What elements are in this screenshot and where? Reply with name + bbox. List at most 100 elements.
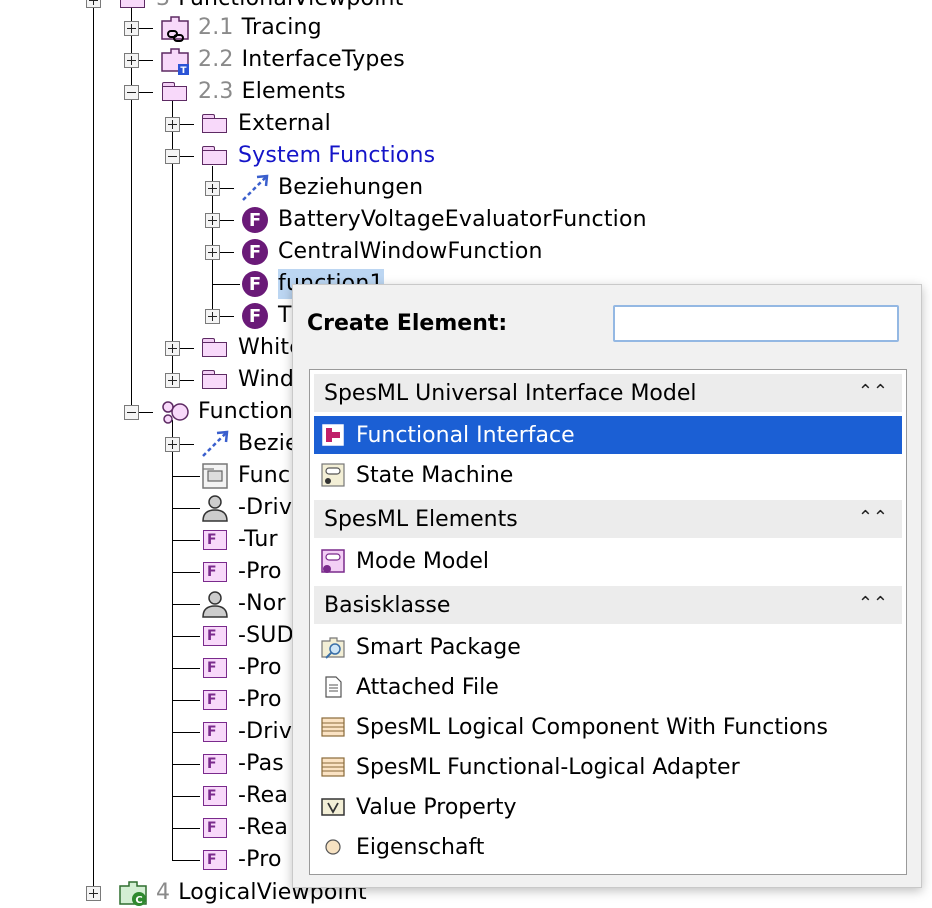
mode-model-icon bbox=[318, 546, 348, 576]
function-port-icon: F bbox=[200, 557, 230, 587]
tree-node-tur[interactable]: F -Tur bbox=[200, 525, 278, 555]
tree-node-battery-voltage-evaluator-function[interactable]: F BatteryVoltageEvaluatorFunction bbox=[240, 205, 647, 235]
collapse-toggle[interactable] bbox=[165, 149, 180, 164]
item-value-property[interactable]: Value Property bbox=[314, 788, 902, 826]
tree-node-nor[interactable]: -Nor bbox=[200, 589, 286, 619]
function-port-icon: F bbox=[200, 781, 230, 811]
item-logical-component-with-functions[interactable]: SpesML Logical Component With Functions bbox=[314, 708, 902, 746]
tree-node-elements[interactable]: 2.3 Elements bbox=[160, 77, 346, 107]
collapse-group-icon[interactable]: ⌃⌃ bbox=[858, 381, 888, 402]
package-icon bbox=[200, 365, 230, 395]
expand-toggle[interactable] bbox=[124, 53, 139, 68]
group-header-basisklasse[interactable]: Basisklasse ⌃⌃ bbox=[314, 586, 902, 624]
item-functional-logical-adapter[interactable]: SpesML Functional-Logical Adapter bbox=[314, 748, 902, 786]
item-functional-interface[interactable]: Functional Interface bbox=[314, 416, 902, 454]
adapter-icon bbox=[318, 752, 348, 782]
element-type-list: SpesML Universal Interface Model ⌃⌃ Func… bbox=[309, 369, 907, 875]
function-port-icon: F bbox=[200, 717, 230, 747]
item-attached-file[interactable]: Attached File bbox=[314, 668, 902, 706]
package-icon bbox=[160, 77, 190, 107]
expand-toggle[interactable] bbox=[86, 886, 101, 901]
function-port-icon: F bbox=[200, 813, 230, 843]
function-icon: F bbox=[240, 269, 270, 299]
actor-icon bbox=[200, 493, 230, 523]
tree-node-function-model[interactable]: Function bbox=[160, 397, 293, 427]
item-state-machine[interactable]: State Machine bbox=[314, 456, 902, 494]
tree-node-pro-3[interactable]: F -Pro bbox=[200, 685, 282, 715]
expand-toggle[interactable] bbox=[205, 213, 220, 228]
tree-node-beziehungen[interactable]: Beziehungen bbox=[240, 173, 423, 203]
svg-text:T: T bbox=[180, 66, 187, 75]
tree-node-pro-2[interactable]: F -Pro bbox=[200, 653, 282, 683]
popup-title: Create Element: bbox=[307, 311, 508, 336]
package-icon bbox=[200, 109, 230, 139]
expand-toggle[interactable] bbox=[165, 437, 180, 452]
tree-node-driv-2[interactable]: F -Driv bbox=[200, 717, 292, 747]
relation-icon bbox=[200, 429, 230, 459]
actor-icon bbox=[200, 589, 230, 619]
tree-node-wind[interactable]: Wind bbox=[200, 365, 294, 395]
function-port-icon: F bbox=[200, 685, 230, 715]
package-logical-icon: C bbox=[118, 878, 148, 908]
collapse-toggle[interactable] bbox=[124, 85, 139, 100]
function-port-icon: F bbox=[200, 653, 230, 683]
package-function-icon bbox=[118, 0, 148, 14]
create-element-popup: Create Element: SpesML Universal Interfa… bbox=[292, 284, 922, 888]
tree-node-tracing[interactable]: 2.1 Tracing bbox=[160, 13, 322, 43]
group-header-universal-interface-model[interactable]: SpesML Universal Interface Model ⌃⌃ bbox=[314, 374, 902, 412]
logical-component-icon bbox=[318, 712, 348, 742]
item-smart-package[interactable]: Smart Package bbox=[314, 628, 902, 666]
diagram-icon bbox=[200, 461, 230, 491]
collapse-group-icon[interactable]: ⌃⌃ bbox=[858, 593, 888, 614]
function-port-icon: F bbox=[200, 525, 230, 555]
tree-node-t[interactable]: F T bbox=[240, 301, 292, 331]
tree-node-functional-viewpoint[interactable]: 3FunctionalViewpoint bbox=[118, 0, 404, 14]
item-mode-model[interactable]: Mode Model bbox=[314, 542, 902, 580]
tree-node-pas[interactable]: F -Pas bbox=[200, 749, 284, 779]
collapse-group-icon[interactable]: ⌃⌃ bbox=[858, 507, 888, 528]
property-icon bbox=[318, 832, 348, 862]
tree-node-pro[interactable]: F -Pro bbox=[200, 557, 282, 587]
relation-icon bbox=[240, 173, 270, 203]
function-icon: F bbox=[240, 205, 270, 235]
package-icon bbox=[200, 333, 230, 363]
tree-node-external[interactable]: External bbox=[200, 109, 331, 139]
tree-node-white[interactable]: White bbox=[200, 333, 303, 363]
expand-toggle[interactable] bbox=[165, 373, 180, 388]
tree-node-sud[interactable]: F -SUD bbox=[200, 621, 294, 651]
tree-node-rea[interactable]: F -Rea bbox=[200, 781, 288, 811]
function-icon: F bbox=[240, 301, 270, 331]
state-machine-icon bbox=[318, 460, 348, 490]
tree-node-pro-4[interactable]: F -Pro bbox=[200, 845, 282, 875]
function-model-icon bbox=[160, 397, 190, 427]
svg-text:C: C bbox=[135, 895, 142, 906]
expand-toggle[interactable] bbox=[205, 245, 220, 260]
group-header-spesml-elements[interactable]: SpesML Elements ⌃⌃ bbox=[314, 500, 902, 538]
expand-toggle[interactable] bbox=[124, 21, 139, 36]
package-link-icon bbox=[160, 13, 190, 43]
expand-toggle[interactable] bbox=[205, 309, 220, 324]
function-port-icon: F bbox=[200, 749, 230, 779]
file-icon bbox=[318, 672, 348, 702]
expand-toggle[interactable] bbox=[205, 181, 220, 196]
expand-toggle[interactable] bbox=[86, 0, 101, 8]
collapse-toggle[interactable] bbox=[124, 405, 139, 420]
function-port-icon: F bbox=[200, 845, 230, 875]
package-icon bbox=[200, 141, 230, 171]
expand-toggle[interactable] bbox=[165, 117, 180, 132]
functional-interface-icon bbox=[318, 420, 348, 450]
tree-node-bezie[interactable]: Bezie bbox=[200, 429, 299, 459]
tree-node-func-diagram[interactable]: Func bbox=[200, 461, 290, 491]
function-port-icon: F bbox=[200, 621, 230, 651]
tree-node-rea-2[interactable]: F -Rea bbox=[200, 813, 288, 843]
tree-node-central-window-function[interactable]: F CentralWindowFunction bbox=[240, 237, 543, 267]
tree-node-driv[interactable]: -Driv bbox=[200, 493, 292, 523]
tree-node-system-functions[interactable]: System Functions bbox=[200, 141, 435, 171]
package-interface-icon: T bbox=[160, 45, 190, 75]
value-property-icon bbox=[318, 792, 348, 822]
smart-package-icon bbox=[318, 632, 348, 662]
item-eigenschaft[interactable]: Eigenschaft bbox=[314, 828, 902, 866]
search-input[interactable] bbox=[613, 305, 899, 342]
tree-node-interface-types[interactable]: T 2.2 InterfaceTypes bbox=[160, 45, 405, 75]
expand-toggle[interactable] bbox=[165, 341, 180, 356]
